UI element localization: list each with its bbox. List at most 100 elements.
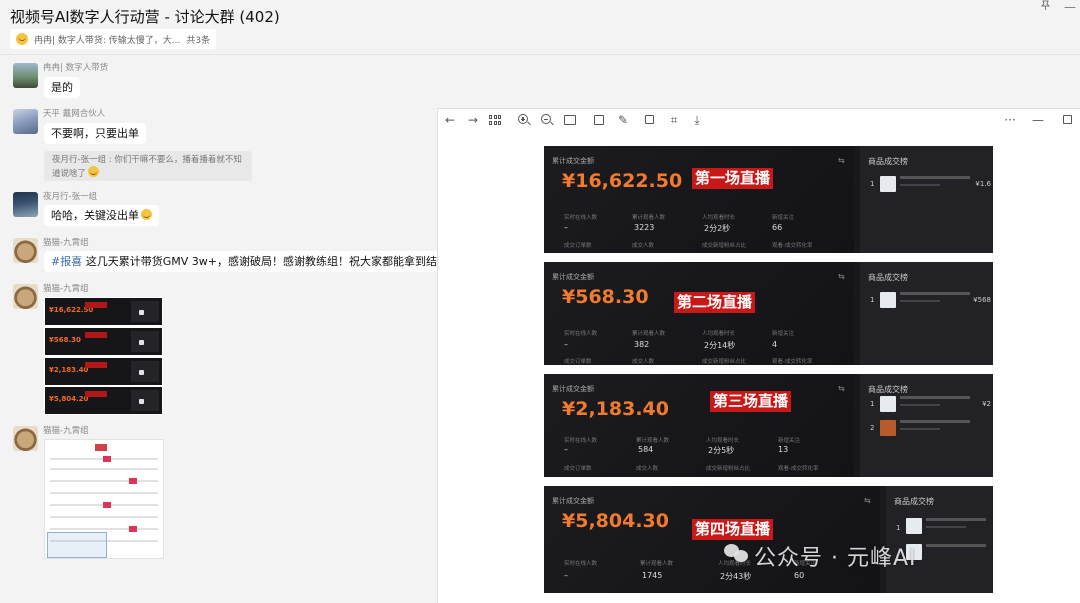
zoom-out-icon[interactable]	[541, 114, 551, 124]
fit-icon[interactable]	[564, 115, 576, 125]
pinned-message-bar[interactable]: 冉冉| 数字人带货: 传输太慢了，大... 共3条	[10, 29, 217, 49]
metric-label: 人均观看时长	[702, 331, 736, 337]
ranking-title: 商品成交榜	[894, 497, 934, 506]
thumb-side	[131, 301, 159, 322]
total-sales-label: 累计成交金额	[552, 385, 594, 393]
arrow-right-icon[interactable]: →	[466, 113, 480, 127]
ranking-title: 商品成交榜	[868, 273, 908, 282]
download-icon[interactable]: ⤓	[690, 113, 704, 127]
metric-label: 新增关注	[772, 215, 795, 221]
metric-value: –	[564, 340, 568, 349]
sheet-row	[50, 528, 158, 530]
thumb-amount: ¥2,183.40	[49, 366, 89, 374]
message-text: 哈哈，关键没出单	[51, 209, 139, 222]
product-thumb	[139, 310, 144, 315]
avatar[interactable]	[13, 192, 38, 217]
product-amount: ¥2	[982, 400, 991, 408]
smile-emoji-icon	[16, 33, 28, 45]
thumbnail: ¥568.30	[45, 328, 162, 355]
minimize-icon[interactable]: —	[1064, 0, 1076, 14]
quote-text: 夜月行-张一组 : 你们干嘛不要么，播着播着就不知道说啥了	[52, 155, 242, 179]
metric-label: 成交新增粉丝占比	[702, 243, 747, 249]
avatar[interactable]	[13, 284, 38, 309]
product-meta	[900, 404, 940, 406]
pin-icon[interactable]	[1040, 0, 1051, 14]
product-meta	[900, 184, 940, 186]
sheet-highlight	[103, 502, 111, 508]
panel-main: 累计成交金额 ¥16,622.50 第一场直播 ⇆ 实时在线人数 累计观看人数 …	[544, 146, 854, 253]
sheet-row	[50, 516, 158, 518]
message-bubble[interactable]: 是的	[44, 77, 80, 98]
laugh-emoji-icon	[141, 209, 152, 220]
metric-label: 累计观看人数	[632, 331, 666, 337]
rank-number: 1	[870, 400, 875, 408]
metric-label: 实时在线人数	[564, 331, 598, 337]
product-thumbnail	[880, 396, 896, 412]
product-thumb	[139, 370, 144, 375]
metric-value: 382	[634, 340, 650, 349]
message-bubble[interactable]: 不要啊，只要出单	[44, 123, 146, 144]
thumb-side	[131, 361, 159, 382]
scan-icon[interactable]: ⌗	[667, 113, 681, 127]
avatar[interactable]	[13, 63, 38, 88]
grid-icon[interactable]	[489, 115, 501, 125]
product-amount: ¥568	[973, 296, 991, 304]
metric-label: 新增关注	[778, 438, 801, 444]
more-icon[interactable]: ···	[1003, 113, 1017, 127]
metric-label: 观看-成交转化率	[772, 243, 813, 249]
watermark-text: 公众号 · 元峰AI	[754, 546, 917, 571]
metric-value: 13	[778, 445, 789, 454]
live-session-panel-2: 累计成交金额 ¥568.30 第二场直播 ⇆ 实时在线人数 累计观看人数 人均观…	[544, 262, 993, 365]
metric-label: 成交新增粉丝占比	[706, 466, 751, 472]
sheet-row	[50, 492, 158, 494]
total-sales-amount: ¥5,804.30	[562, 510, 669, 532]
rank-number: 1	[896, 524, 901, 532]
product-name	[900, 396, 970, 399]
zoom-in-icon[interactable]	[518, 114, 528, 124]
quoted-message[interactable]: 夜月行-张一组 : 你们干嘛不要么，播着播着就不知道说啥了	[44, 151, 252, 181]
image-message[interactable]: ¥16,622.50 ¥568.30 ¥2,183.40 ¥5,804.20	[44, 297, 163, 415]
metric-label: 成交人数	[636, 466, 659, 472]
thumbnail: ¥5,804.20	[45, 387, 162, 414]
metric-label: 累计观看人数	[636, 438, 670, 444]
metric-value: 2分5秒	[708, 446, 735, 455]
maximize-icon[interactable]	[1063, 115, 1072, 124]
metric-value: 1745	[642, 571, 663, 580]
product-thumb	[139, 399, 144, 404]
avatar[interactable]	[13, 109, 38, 134]
total-sales-amount: ¥568.30	[562, 286, 649, 308]
metric-label: 成交订单数	[564, 466, 592, 472]
laugh-emoji-icon	[88, 166, 100, 177]
metric-label: 人均观看时长	[702, 215, 736, 221]
total-sales-amount: ¥2,183.40	[562, 398, 669, 420]
switch-icon: ⇆	[864, 496, 871, 505]
edit-icon[interactable]: ✎	[616, 113, 630, 127]
metric-label: 成交人数	[632, 359, 655, 365]
spreadsheet-image[interactable]	[44, 439, 164, 559]
ranking-title: 商品成交榜	[868, 157, 908, 166]
product-name	[926, 518, 986, 521]
pinned-preview: 冉冉| 数字人带货: 传输太慢了，大...	[34, 35, 181, 46]
metric-label: 观看-成交转化率	[778, 466, 819, 472]
chat-title: 视频号AI数字人行动营 - 讨论大群 (402)	[10, 8, 280, 26]
avatar[interactable]	[13, 238, 38, 263]
live-session-panel-1: 累计成交金额 ¥16,622.50 第一场直播 ⇆ 实时在线人数 累计观看人数 …	[544, 146, 993, 253]
rotate-icon[interactable]	[594, 115, 604, 125]
metric-value: 3223	[634, 223, 655, 232]
sender-name: 猫猫-九霄组	[43, 284, 89, 294]
qr-icon[interactable]	[645, 115, 654, 124]
arrow-left-icon[interactable]: ←	[443, 113, 457, 127]
message-bubble[interactable]: 哈哈，关键没出单	[44, 205, 159, 226]
metric-label: 观看-成交转化率	[772, 359, 813, 365]
avatar[interactable]	[13, 426, 38, 451]
thumbnail: ¥16,622.50	[45, 298, 162, 325]
pinned-count: 共3条	[186, 35, 211, 46]
hashtag[interactable]: #报喜	[51, 255, 82, 268]
metric-value: 584	[638, 445, 654, 454]
minimize-icon[interactable]: —	[1031, 113, 1045, 127]
watermark: 公众号 · 元峰AI	[724, 540, 917, 572]
metric-label: 实时在线人数	[564, 215, 598, 221]
message-bubble[interactable]: #报喜 这几天累计带货GMV 3w+，感谢破局！感谢教练组！祝大家都能拿到结果！…	[44, 251, 488, 272]
metric-label: 人均观看时长	[706, 438, 740, 444]
metric-label: 实时在线人数	[564, 561, 598, 567]
